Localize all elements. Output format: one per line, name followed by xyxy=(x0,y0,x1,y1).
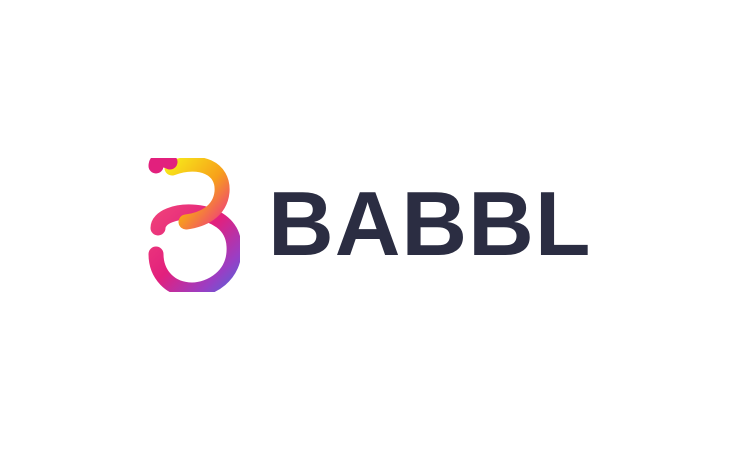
logo-canvas: BABBL xyxy=(0,0,750,450)
babbl-b-gradient-icon xyxy=(148,158,240,292)
brand-wordmark: BABBL xyxy=(268,178,591,270)
brand-name: BABBL xyxy=(268,173,592,275)
